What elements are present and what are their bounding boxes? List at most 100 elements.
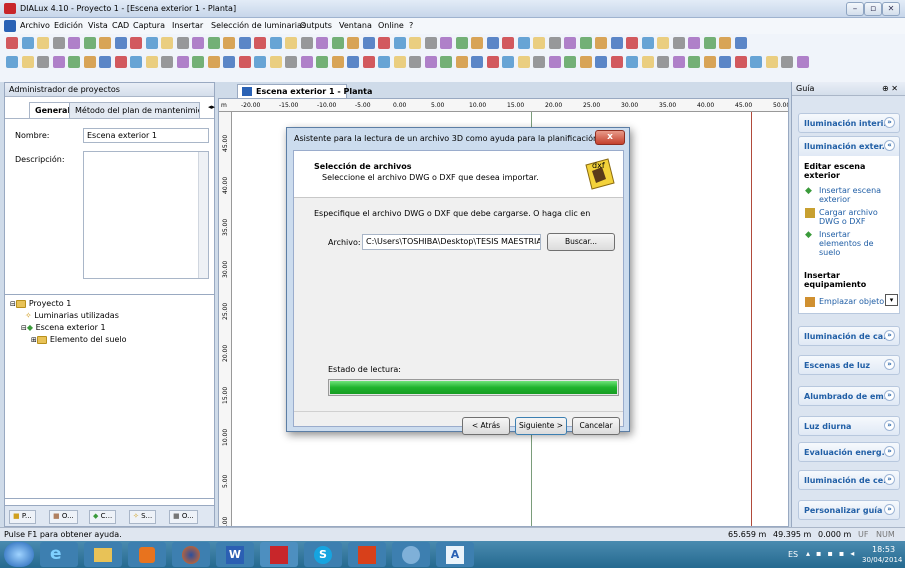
maximize-button[interactable]: ▫ <box>864 2 882 16</box>
toolbar-row1-tool-icon[interactable] <box>130 37 142 49</box>
firefox-taskbar-icon[interactable] <box>172 542 210 567</box>
toolbar-row2-tool-icon[interactable] <box>207 56 220 68</box>
toolbar-row1-tool-icon[interactable] <box>595 37 607 49</box>
toolbar-row1-tool-icon[interactable] <box>502 37 514 49</box>
menu-outputs[interactable]: Outputs <box>300 21 332 30</box>
back-button[interactable]: < Atrás <box>462 417 510 435</box>
paint-taskbar-icon[interactable] <box>392 542 430 567</box>
guide-link-elementos-suelo[interactable]: Insertar elementos de suelo <box>819 230 889 257</box>
menu-vista[interactable]: Vista <box>88 21 108 30</box>
toolbar-row2-tool-icon[interactable] <box>595 56 607 68</box>
toolbar-row1-tool-icon[interactable] <box>52 37 65 49</box>
clock-date[interactable]: 30/04/2014 <box>862 556 902 564</box>
toolbar-row2-tool-icon[interactable] <box>796 56 809 68</box>
toolbar-row2-tool-icon[interactable] <box>331 56 344 68</box>
cancel-button[interactable]: Cancelar <box>572 417 620 435</box>
tab-maintenance-plan[interactable]: Método del plan de mantenimiento <box>69 102 200 118</box>
toolbar-row2-tool-icon[interactable] <box>378 56 390 68</box>
toolbar-row2-tool-icon[interactable] <box>130 56 142 68</box>
minimize-button[interactable]: – <box>846 2 864 16</box>
toolbar-row2-tool-icon[interactable] <box>409 56 421 68</box>
toolbar-row2-tool-icon[interactable] <box>579 56 592 68</box>
toolbar-row2-tool-icon[interactable] <box>564 56 576 68</box>
word-taskbar-icon[interactable]: W <box>216 542 254 567</box>
presentation-taskbar-icon[interactable] <box>348 542 386 567</box>
dialog-close-button[interactable]: x <box>595 130 625 145</box>
toolbar-row2-tool-icon[interactable] <box>362 56 375 68</box>
guide-item-escenas[interactable]: Escenas de luz» <box>798 355 900 375</box>
toolbar-row1-tool-icon[interactable] <box>331 37 344 49</box>
toolbar-row1-tool-icon[interactable] <box>564 37 576 49</box>
toolbar-row1-tool-icon[interactable] <box>440 37 452 49</box>
toolbar-row1-tool-icon[interactable] <box>672 37 685 49</box>
toolbar-row1-tool-icon[interactable] <box>285 37 297 49</box>
toolbar-row1-tool-icon[interactable] <box>657 37 669 49</box>
toolbar-row2-tool-icon[interactable] <box>734 56 747 68</box>
toolbar-row1-tool-icon[interactable] <box>688 37 700 49</box>
next-button[interactable]: Siguiente > <box>515 417 567 435</box>
toolbar-row1-tool-icon[interactable] <box>192 37 204 49</box>
app-a-taskbar-icon[interactable]: A <box>436 542 474 567</box>
tree-item-proyecto[interactable]: ⊟ Proyecto 1 <box>10 299 71 308</box>
toolbar-row1-tool-icon[interactable] <box>238 37 251 49</box>
guide-link-insertar-escena[interactable]: Insertar escena exterior <box>819 186 899 204</box>
toolbar-row1-tool-icon[interactable] <box>145 37 158 49</box>
toolbar-row2-tool-icon[interactable] <box>424 56 437 68</box>
tab-scroll-arrows-icon[interactable]: ◂▸ <box>208 103 215 111</box>
menu-insertar[interactable]: Insertar <box>172 21 203 30</box>
guide-item-personalizar[interactable]: Personalizar guía» <box>798 500 900 520</box>
toolbar-row2-tool-icon[interactable] <box>269 56 282 68</box>
guide-link-emplazar-objeto[interactable]: Emplazar objeto <box>819 297 884 306</box>
toolbar-row2-tool-icon[interactable] <box>99 56 111 68</box>
toolbar-row1-tool-icon[interactable] <box>641 37 654 49</box>
toolbar-row1-tool-icon[interactable] <box>734 37 747 49</box>
file-path-input[interactable]: C:\Users\TOSHIBA\Desktop\TESIS MAESTRIA … <box>362 234 541 250</box>
tree-item-luminarias[interactable]: ✧ Luminarias utilizadas <box>25 311 119 320</box>
tab-colors[interactable]: ◆ C... <box>89 510 117 524</box>
toolbar-row2-tool-icon[interactable] <box>672 56 685 68</box>
toolbar-row1-tool-icon[interactable] <box>393 37 406 49</box>
toolbar-row2-tool-icon[interactable] <box>300 56 313 68</box>
toolbar-row2-tool-icon[interactable] <box>6 56 18 68</box>
toolbar-row1-tool-icon[interactable] <box>533 37 545 49</box>
toolbar-row2-tool-icon[interactable] <box>68 56 80 68</box>
dropdown-arrow-icon[interactable]: ▾ <box>885 294 898 306</box>
toolbar-row1-tool-icon[interactable] <box>254 37 266 49</box>
toolbar-row1-tool-icon[interactable] <box>114 37 127 49</box>
toolbar-row2-tool-icon[interactable] <box>176 56 189 68</box>
menu-cad[interactable]: CAD <box>112 21 129 30</box>
toolbar-row2-tool-icon[interactable] <box>52 56 65 68</box>
tray-icons[interactable]: ▴▪▪▪◂ <box>806 549 860 558</box>
pin-close-icon[interactable]: ⊕ ✕ <box>882 84 898 93</box>
toolbar-row2-tool-icon[interactable] <box>641 56 654 68</box>
name-field[interactable]: Escena exterior 1 <box>83 128 209 143</box>
toolbar-row2-tool-icon[interactable] <box>21 56 34 68</box>
toolbar-row2-tool-icon[interactable] <box>238 56 251 68</box>
close-window-button[interactable]: ✕ <box>882 2 900 16</box>
toolbar-row2-tool-icon[interactable] <box>347 56 359 68</box>
toolbar-row2-tool-icon[interactable] <box>455 56 468 68</box>
guide-item-emergencia[interactable]: Alumbrado de em...» <box>798 386 900 406</box>
toolbar-row1-tool-icon[interactable] <box>409 37 421 49</box>
toolbar-row1-tool-icon[interactable] <box>21 37 34 49</box>
toolbar-row1-tool-icon[interactable] <box>626 37 638 49</box>
toolbar-row1-tool-icon[interactable] <box>99 37 111 49</box>
clock-time[interactable]: 18:53 <box>872 545 895 554</box>
guide-item-calles[interactable]: Iluminación de ca...» <box>798 326 900 346</box>
guide-item-luz-diurna[interactable]: Luz diurna» <box>798 416 900 436</box>
toolbar-row1-tool-icon[interactable] <box>548 37 561 49</box>
toolbar-row2-tool-icon[interactable] <box>517 56 530 68</box>
toolbar-row2-tool-icon[interactable] <box>688 56 700 68</box>
toolbar-row1-tool-icon[interactable] <box>517 37 530 49</box>
toolbar-row1-tool-icon[interactable] <box>176 37 189 49</box>
menu-edicion[interactable]: Edición <box>54 21 83 30</box>
menu-captura[interactable]: Captura <box>133 21 165 30</box>
menu-online[interactable]: Online <box>378 21 404 30</box>
toolbar-row1-tool-icon[interactable] <box>424 37 437 49</box>
toolbar-row1-tool-icon[interactable] <box>378 37 390 49</box>
toolbar-row1-tool-icon[interactable] <box>362 37 375 49</box>
toolbar-row1-tool-icon[interactable] <box>269 37 282 49</box>
browse-button[interactable]: Buscar... <box>547 233 615 251</box>
toolbar-row1-tool-icon[interactable] <box>161 37 173 49</box>
toolbar-row2-tool-icon[interactable] <box>471 56 483 68</box>
